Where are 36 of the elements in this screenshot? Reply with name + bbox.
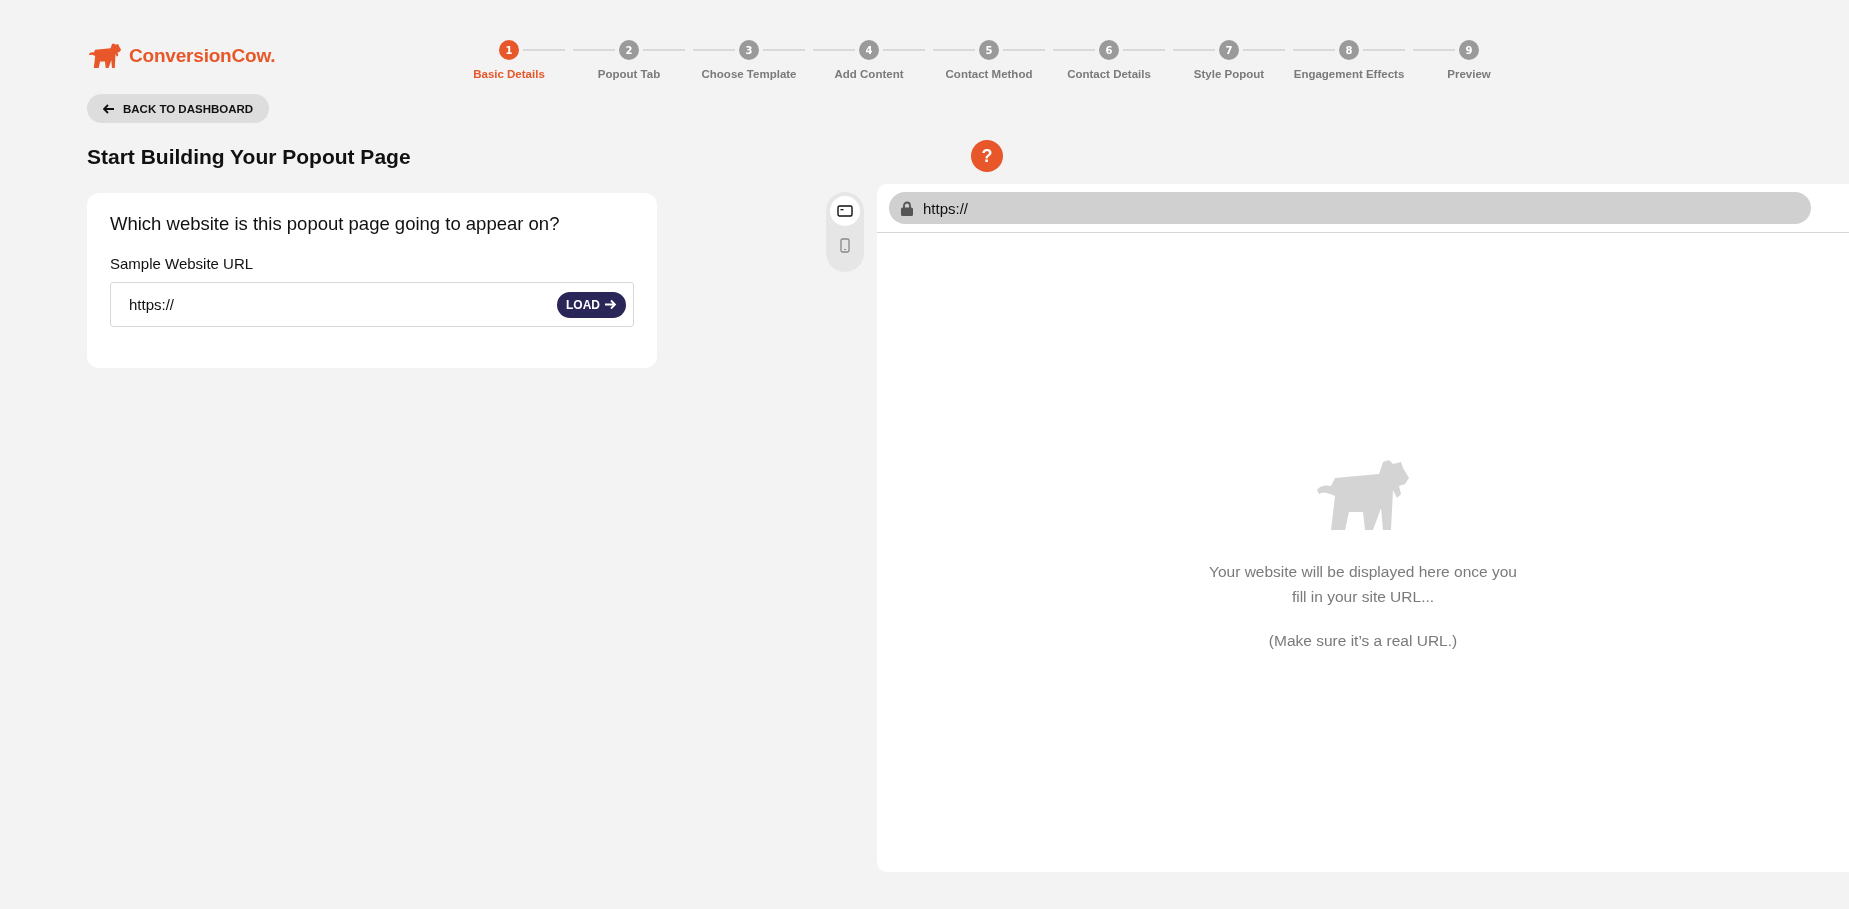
address-text: https:// [923, 199, 969, 217]
field-label: Sample Website URL [110, 255, 255, 272]
step-number[interactable]: 9 [1459, 40, 1479, 60]
question-heading: Which website is this popout page going to appear on? [110, 213, 561, 235]
url-input-field[interactable]: https:// LOAD [110, 282, 634, 327]
step-number[interactable]: 1 [499, 40, 519, 60]
arrow-right-icon [604, 299, 617, 310]
back-button[interactable]: BACK TO DASHBOARD [87, 94, 270, 123]
load-button[interactable]: LOAD [557, 291, 626, 318]
brand-logo: ConversionCow. [129, 45, 276, 67]
step-label[interactable]: Engagement Effects [1293, 68, 1405, 80]
step-label[interactable]: Add Content [834, 68, 904, 80]
arrow-left-icon [103, 103, 115, 114]
step-number[interactable]: 5 [979, 40, 999, 60]
step-label[interactable]: Popout Tab [597, 68, 661, 80]
phone-icon [840, 237, 850, 253]
step-label[interactable]: Preview [1447, 68, 1491, 80]
help-button[interactable]: ? [971, 140, 1003, 172]
step-number[interactable]: 3 [739, 40, 759, 60]
url-note: (Make sure it’s a real URL.) [1268, 632, 1458, 650]
cow-logo-icon [87, 42, 123, 70]
step-label[interactable]: Contact Details [1067, 68, 1151, 80]
step-label[interactable]: Basic Details [473, 68, 545, 80]
browser-window-icon [837, 205, 853, 217]
step-number[interactable]: 8 [1339, 40, 1359, 60]
step-number[interactable]: 4 [859, 40, 879, 60]
empty-message: Your website will be displayed here once you fill in your site URL... [1208, 562, 1518, 607]
lock-icon [901, 200, 913, 216]
step-number[interactable]: 2 [619, 40, 639, 60]
page-title: Start Building Your Popout Page [87, 145, 411, 169]
step-label[interactable]: Style Popout [1193, 68, 1265, 80]
desktop-view-button[interactable] [830, 196, 860, 226]
step-number[interactable]: 6 [1099, 40, 1119, 60]
step-label[interactable]: Choose Template [701, 68, 797, 80]
step-number[interactable]: 7 [1219, 40, 1239, 60]
step-label[interactable]: Contact Method [945, 68, 1033, 80]
